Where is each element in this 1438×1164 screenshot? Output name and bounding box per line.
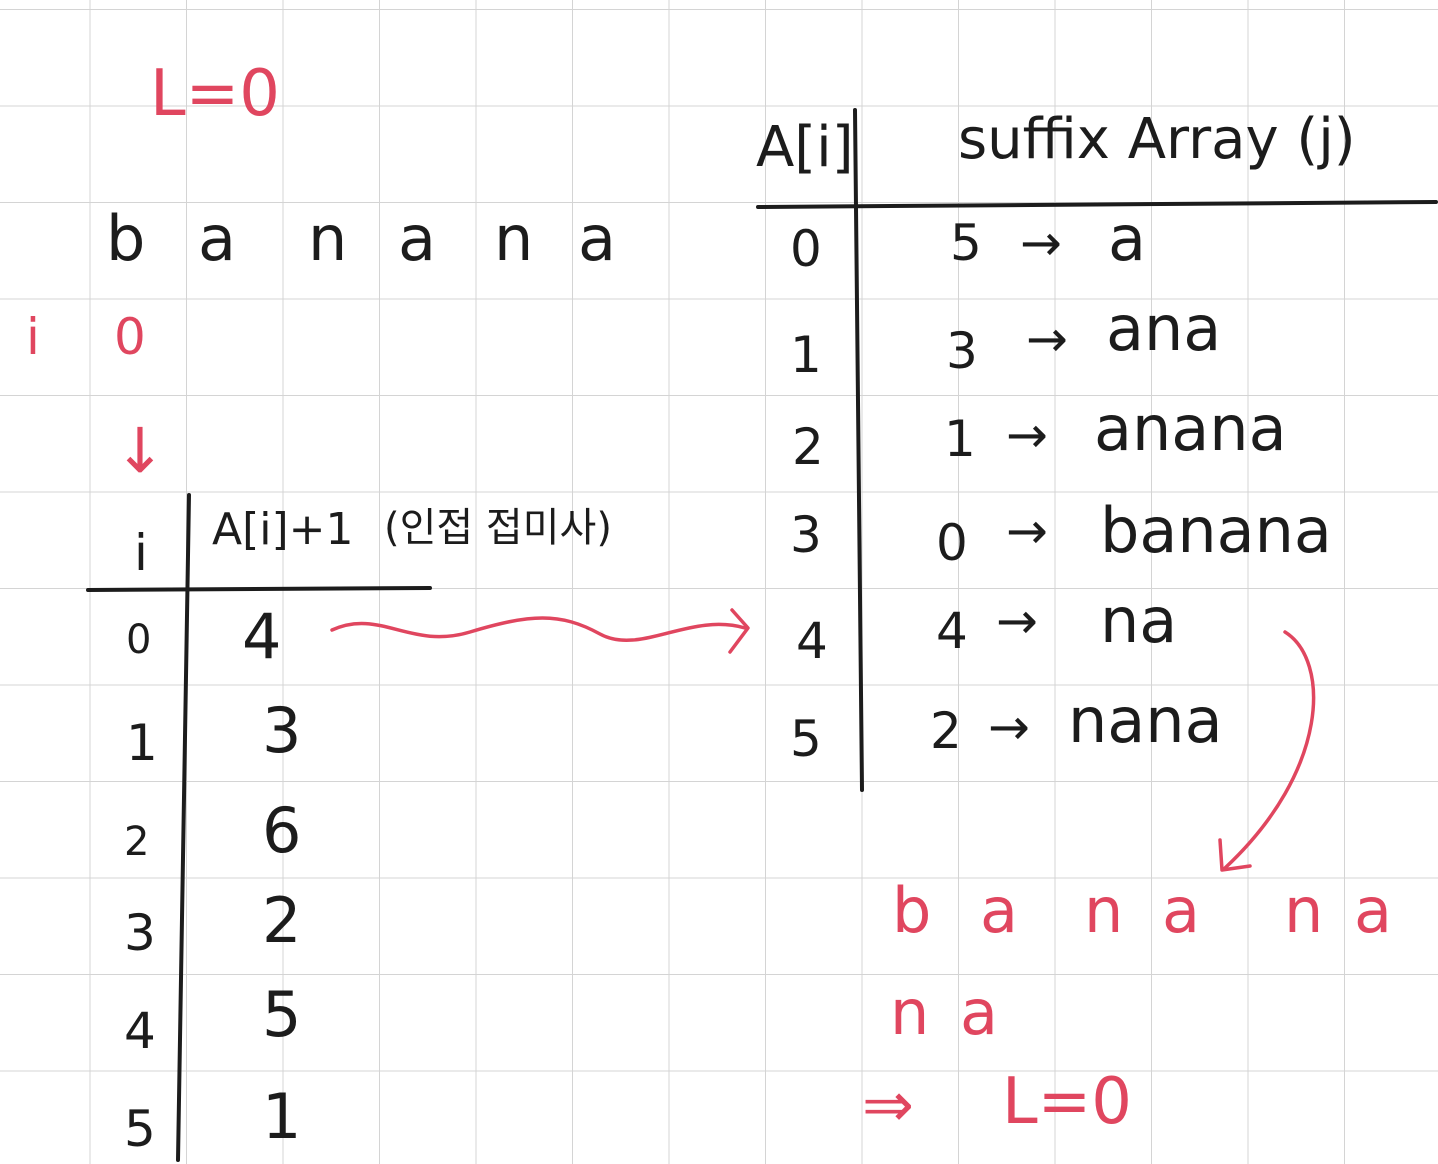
right-row-index: 1 — [790, 326, 822, 384]
curved-compare-arrowhead — [1218, 838, 1252, 872]
right-row-index: 3 — [790, 506, 822, 564]
word-letter: n — [494, 202, 534, 275]
right-row-j: 5 — [950, 214, 982, 272]
right-row-suffix: banana — [1100, 494, 1332, 567]
left-row-value: 1 — [262, 1080, 302, 1153]
right-row-arrow-icon: → — [996, 592, 1038, 650]
right-col-index-header: A[i] — [756, 115, 854, 180]
right-row-suffix: anana — [1094, 392, 1287, 465]
word-letter: a — [578, 202, 616, 275]
result-note: L=0 — [1002, 1065, 1132, 1139]
right-row-suffix: na — [1100, 584, 1178, 657]
left-row-value: 6 — [262, 794, 302, 867]
annotation-strokes — [86, 108, 1438, 1162]
left-row-value: 5 — [262, 978, 302, 1051]
left-row-i: 0 — [126, 617, 152, 663]
right-row-arrow-icon: → — [1020, 214, 1062, 272]
compare-letter: b — [892, 874, 932, 947]
down-arrow-icon: ↓ — [114, 414, 166, 487]
left-row-i: 4 — [124, 1002, 156, 1060]
word-letter: a — [198, 202, 236, 275]
word-letter: n — [308, 202, 348, 275]
left-table-column-rule — [176, 493, 191, 1162]
word-letter: a — [398, 202, 436, 275]
compare-letter: n — [1084, 874, 1124, 947]
right-row-j: 4 — [936, 602, 968, 660]
right-row-arrow-icon: → — [1006, 406, 1048, 464]
right-row-index: 5 — [790, 710, 822, 768]
result-arrow-icon: ⇒ — [862, 1068, 914, 1141]
right-row-suffix: ana — [1106, 292, 1222, 365]
left-row-i: 1 — [126, 714, 158, 772]
compare-letter: a — [960, 976, 998, 1049]
top-note: L=0 — [150, 57, 280, 131]
right-row-j: 2 — [930, 702, 962, 760]
right-row-j: 0 — [936, 514, 968, 572]
right-row-j: 3 — [946, 322, 978, 380]
right-row-suffix: nana — [1068, 684, 1223, 757]
compare-letter: a — [1162, 874, 1200, 947]
left-row-value: 4 — [242, 600, 282, 673]
right-row-index: 0 — [790, 220, 822, 278]
curved-compare-arrow — [1223, 630, 1316, 870]
right-row-j: 1 — [944, 410, 976, 468]
left-row-i: 5 — [124, 1100, 156, 1158]
left-table-header-rule — [86, 586, 432, 592]
wavy-link-arrowhead — [728, 608, 750, 654]
word-letter: b — [106, 202, 146, 275]
left-row-i: 2 — [124, 819, 150, 865]
right-table-header-rule — [756, 200, 1438, 209]
left-row-value: 3 — [262, 694, 302, 767]
right-row-arrow-icon: → — [1006, 502, 1048, 560]
compare-letter: n — [1284, 874, 1324, 947]
left-row-value: 2 — [262, 884, 302, 957]
wavy-link-arrow — [330, 616, 747, 643]
right-row-arrow-icon: → — [1026, 310, 1068, 368]
left-col-note-header: (인접 접미사) — [384, 505, 612, 551]
right-row-arrow-icon: → — [988, 698, 1030, 756]
i-label: i — [26, 308, 40, 366]
right-col-suffix-header: suffix Array (j) — [958, 107, 1356, 172]
i-value: 0 — [114, 308, 146, 366]
compare-letter: a — [1354, 874, 1392, 947]
right-row-suffix: a — [1108, 202, 1146, 275]
left-col-value-header: A[i]+1 — [212, 504, 354, 555]
compare-letter: n — [890, 976, 930, 1049]
right-row-index: 4 — [796, 612, 828, 670]
right-table-column-rule — [853, 108, 864, 792]
left-col-i-header: i — [134, 524, 148, 582]
left-row-i: 3 — [124, 904, 156, 962]
right-row-index: 2 — [792, 418, 824, 476]
compare-letter: a — [980, 874, 1018, 947]
